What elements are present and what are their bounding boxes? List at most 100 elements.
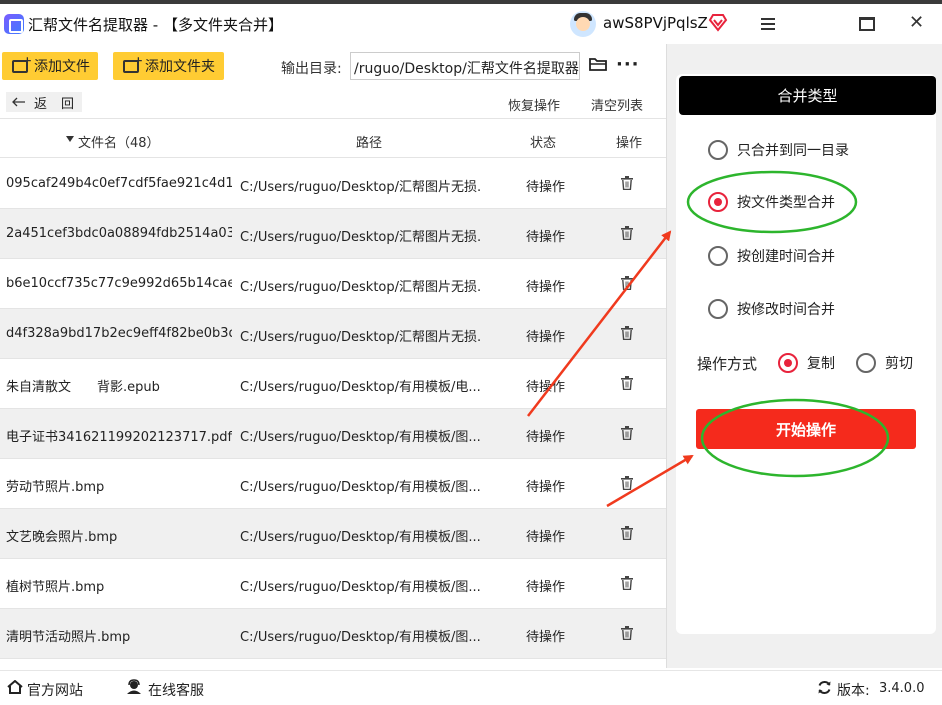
file-name-cell: 清明节活动照片.bmp (6, 630, 131, 645)
file-path-cell: C:/Users/ruguo/Desktop/有用模板/图... (240, 530, 480, 545)
version-label: 版本: (837, 683, 870, 699)
title-bar: 汇帮文件名提取器 - 【多文件夹合并】 awS8PVjPqlsZ ✕ (0, 0, 942, 50)
refresh-icon[interactable] (817, 680, 832, 695)
radio-label: 按文件类型合并 (737, 195, 835, 211)
file-name-cell: 文艺晚会照片.bmp (6, 530, 118, 545)
trash-icon[interactable] (621, 176, 633, 190)
table-row[interactable]: b6e10ccf735c77c9e992d65b14cae6f.... C:/U… (0, 259, 666, 309)
table-row[interactable]: 电子证书341621199202123717.pdf C:/Users/rugu… (0, 409, 666, 459)
version-value: 3.4.0.0 (879, 681, 925, 696)
folder-open-icon[interactable] (589, 57, 607, 71)
table-header: 文件名（48） 路径 状态 操作 (0, 118, 666, 158)
home-icon[interactable] (7, 680, 23, 694)
radio-circle (778, 353, 798, 373)
radio-label: 只合并到同一目录 (737, 143, 849, 159)
back-label: 返 (34, 96, 48, 112)
add-file-label: 添加文件 (34, 59, 90, 75)
trash-icon[interactable] (621, 526, 633, 540)
status-cell: 待操作 (526, 180, 566, 195)
file-name-cell: 植树节照片.bmp (6, 580, 105, 595)
add-folder-label: 添加文件夹 (145, 59, 215, 75)
radio-merge-by-type[interactable]: 按文件类型合并 (708, 191, 835, 213)
radio-label: 剪切 (885, 356, 913, 372)
trash-icon[interactable] (621, 376, 633, 390)
file-path-cell: C:/Users/ruguo/Desktop/有用模板/图... (240, 580, 480, 595)
sort-icon[interactable] (66, 136, 74, 142)
radio-merge-by-modified[interactable]: 按修改时间合并 (708, 298, 835, 320)
trash-icon[interactable] (621, 626, 633, 640)
close-icon[interactable]: ✕ (909, 14, 924, 32)
online-support-link[interactable]: 在线客服 (148, 680, 204, 700)
folder-add-icon (123, 54, 143, 73)
menu-icon[interactable] (760, 17, 776, 31)
radio-merge-by-created[interactable]: 按创建时间合并 (708, 245, 835, 267)
radio-circle (708, 140, 728, 160)
column-header-path: 路径 (356, 136, 383, 151)
file-name-cell: 朱自清散文 背影.epub (6, 380, 160, 395)
file-name-cell: 095caf249b4c0ef7cdf5fae921c4d15.... (6, 176, 232, 191)
radio-circle (708, 246, 728, 266)
file-name-cell: b6e10ccf735c77c9e992d65b14cae6f.... (6, 276, 232, 291)
table-row[interactable]: 劳动节照片.bmp C:/Users/ruguo/Desktop/有用模板/图.… (0, 459, 666, 509)
trash-icon[interactable] (621, 426, 633, 440)
radio-circle (708, 299, 728, 319)
status-bar: 官方网站 在线客服 版本: 3.4.0.0 (0, 670, 942, 705)
output-dir-input[interactable]: /ruguo/Desktop/汇帮文件名提取器 (350, 52, 580, 80)
add-folder-button[interactable]: 添加文件夹 (113, 52, 224, 80)
vip-icon[interactable] (708, 12, 728, 32)
table-row[interactable]: 清明节活动照片.bmp C:/Users/ruguo/Desktop/有用模板/… (0, 609, 666, 659)
trash-icon[interactable] (621, 576, 633, 590)
username[interactable]: awS8PVjPqlsZ (603, 14, 708, 32)
more-icon[interactable]: ··· (616, 54, 640, 75)
status-cell: 待操作 (526, 580, 566, 595)
restore-button[interactable]: 恢复操作 (508, 95, 560, 114)
file-path-cell: C:/Users/ruguo/Desktop/汇帮图片无损... (240, 280, 480, 295)
status-cell: 待操作 (526, 230, 566, 245)
file-name-cell: 电子证书341621199202123717.pdf (6, 430, 232, 445)
column-header-action: 操作 (616, 136, 643, 151)
column-header-status: 状态 (530, 136, 557, 151)
merge-type-header: 合并类型 (679, 76, 936, 115)
table-row[interactable]: 朱自清散文 背影.epub C:/Users/ruguo/Desktop/有用模… (0, 359, 666, 409)
radio-mode-cut[interactable]: 剪切 (856, 352, 913, 374)
table-row[interactable]: 植树节照片.bmp C:/Users/ruguo/Desktop/有用模板/图.… (0, 559, 666, 609)
output-dir-label: 输出目录: (281, 61, 342, 77)
trash-icon[interactable] (621, 326, 633, 340)
back-button[interactable]: 返 回 (6, 92, 82, 112)
file-path-cell: C:/Users/ruguo/Desktop/有用模板/图... (240, 430, 480, 445)
column-header-name[interactable]: 文件名（48） (78, 132, 160, 151)
trash-icon[interactable] (621, 276, 633, 290)
status-cell: 待操作 (526, 330, 566, 345)
file-path-cell: C:/Users/ruguo/Desktop/汇帮图片无损... (240, 230, 480, 245)
file-name-cell: 2a451cef3bdc0a08894fdb2514a03a2... (6, 226, 232, 241)
radio-label: 复制 (807, 356, 835, 372)
radio-label: 按创建时间合并 (737, 249, 835, 265)
official-website-link[interactable]: 官方网站 (27, 680, 83, 700)
folder-add-icon (12, 54, 32, 73)
file-table: 文件名（48） 路径 状态 操作 095caf249b4c0ef7cdf5fae… (0, 118, 666, 663)
file-name-cell: d4f328a9bd17b2ec9eff4f82be0b3dd... (6, 326, 232, 341)
status-cell: 待操作 (526, 280, 566, 295)
table-row[interactable]: d4f328a9bd17b2ec9eff4f82be0b3dd... C:/Us… (0, 309, 666, 359)
support-icon[interactable] (126, 679, 142, 695)
file-path-cell: C:/Users/ruguo/Desktop/有用模板/图... (240, 480, 480, 495)
trash-icon[interactable] (621, 476, 633, 490)
back-icon (12, 97, 25, 107)
file-path-cell: C:/Users/ruguo/Desktop/有用模板/图... (240, 630, 480, 645)
avatar[interactable] (570, 11, 596, 37)
table-row[interactable]: 095caf249b4c0ef7cdf5fae921c4d15.... C:/U… (0, 159, 666, 209)
table-row[interactable]: 2a451cef3bdc0a08894fdb2514a03a2... C:/Us… (0, 209, 666, 259)
operation-mode-label: 操作方式 (697, 355, 758, 373)
app-title: 汇帮文件名提取器 - 【多文件夹合并】 (28, 16, 283, 34)
status-cell: 待操作 (526, 530, 566, 545)
status-cell: 待操作 (526, 480, 566, 495)
radio-merge-same-dir[interactable]: 只合并到同一目录 (708, 139, 849, 161)
radio-mode-copy[interactable]: 复制 (778, 352, 835, 374)
clear-list-button[interactable]: 清空列表 (591, 95, 643, 114)
trash-icon[interactable] (621, 226, 633, 240)
status-cell: 待操作 (526, 630, 566, 645)
add-file-button[interactable]: 添加文件 (2, 52, 98, 80)
start-button[interactable]: 开始操作 (696, 409, 916, 449)
table-row[interactable]: 文艺晚会照片.bmp C:/Users/ruguo/Desktop/有用模板/图… (0, 509, 666, 559)
maximize-icon[interactable] (859, 17, 875, 31)
